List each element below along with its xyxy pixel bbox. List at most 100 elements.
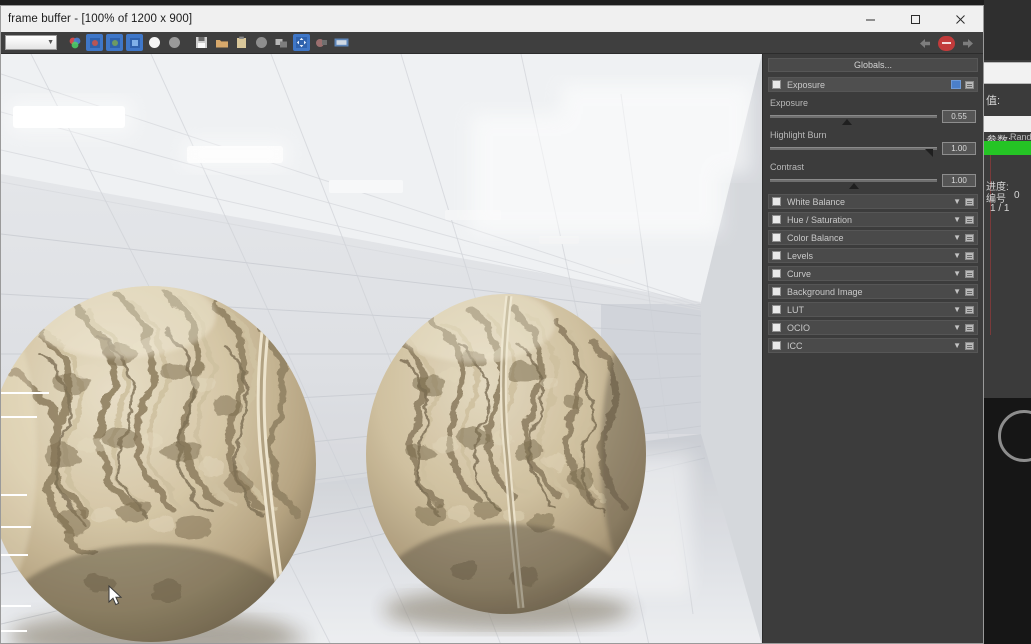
highlight-burn-slider-knob[interactable]: [925, 149, 934, 157]
open-folder-icon[interactable]: [213, 34, 230, 51]
channel-green-icon[interactable]: [106, 34, 123, 51]
chevron-down-icon[interactable]: ▼: [953, 305, 961, 314]
channel-red-icon[interactable]: [86, 34, 103, 51]
window-body: Globals... Exposure Exposure 0.55 Highli…: [1, 54, 983, 643]
levels-checkbox[interactable]: [772, 251, 781, 260]
alpha-gray-icon[interactable]: [166, 34, 183, 51]
fit-to-window-icon[interactable]: [293, 34, 310, 51]
levels-menu-icon[interactable]: [965, 251, 974, 260]
lens-preset-combo[interactable]: ▼: [5, 35, 57, 50]
minimize-button[interactable]: [848, 6, 893, 32]
highlight-burn-value-field[interactable]: 1.00: [942, 142, 976, 155]
window-controls: [848, 6, 983, 32]
icc-row-icons: ▼: [953, 341, 974, 350]
hue-saturation-label: Hue / Saturation: [787, 214, 853, 225]
compare-icon[interactable]: [273, 34, 290, 51]
exposure-row-icons: [951, 80, 974, 89]
white-balance-menu-icon[interactable]: [965, 197, 974, 206]
color-balance-row-icons: ▼: [953, 233, 974, 242]
ocio-menu-icon[interactable]: [965, 323, 974, 332]
chevron-down-icon: ▼: [47, 39, 54, 46]
contrast-slider-knob[interactable]: [848, 183, 859, 189]
globals-properties-panel: Globals... Exposure Exposure 0.55 Highli…: [762, 54, 983, 643]
stop-render-icon[interactable]: [938, 35, 955, 51]
icc-checkbox[interactable]: [772, 341, 781, 350]
exposure-enabled-icon[interactable]: [951, 80, 961, 89]
ruler-tick: [1, 526, 31, 528]
hue-saturation-checkbox[interactable]: [772, 215, 781, 224]
sphere-icon[interactable]: [253, 34, 270, 51]
background-image-menu-icon[interactable]: [965, 287, 974, 296]
exposure-checkbox[interactable]: [772, 80, 781, 89]
save-image-icon[interactable]: [193, 34, 210, 51]
highlight-burn-slider[interactable]: [770, 147, 937, 157]
lut-label: LUT: [787, 304, 805, 315]
contrast-slider-label: Contrast: [770, 162, 805, 172]
chevron-down-icon[interactable]: ▼: [953, 233, 961, 242]
chevron-down-icon[interactable]: ▼: [953, 215, 961, 224]
chevron-down-icon[interactable]: ▼: [953, 323, 961, 332]
exposure-slider-label: Exposure: [770, 98, 809, 108]
color-picker-icon[interactable]: [66, 34, 83, 51]
lut-checkbox[interactable]: [772, 305, 781, 314]
effect-row-levels[interactable]: Levels ▼: [768, 248, 978, 263]
close-button[interactable]: [938, 6, 983, 32]
chevron-down-icon[interactable]: ▼: [953, 287, 961, 296]
chevron-down-icon[interactable]: ▼: [953, 197, 961, 206]
icc-menu-icon[interactable]: [965, 341, 974, 350]
clipboard-icon[interactable]: [233, 34, 250, 51]
lut-menu-icon[interactable]: [965, 305, 974, 314]
chevron-down-icon[interactable]: ▼: [953, 251, 961, 260]
ocio-checkbox[interactable]: [772, 323, 781, 332]
effect-row-icc[interactable]: ICC ▼: [768, 338, 978, 353]
curve-checkbox[interactable]: [772, 269, 781, 278]
ruler-tick: [1, 554, 28, 556]
channel-blue-icon[interactable]: [126, 34, 143, 51]
curve-label: Curve: [787, 268, 812, 279]
effect-row-hue-saturation[interactable]: Hue / Saturation ▼: [768, 212, 978, 227]
frame-counter: 1 / 1: [990, 203, 1010, 214]
background-app-panel: 值: 参数: Rand 进度: 编号 0 1 / 1: [984, 0, 1031, 644]
curve-menu-icon[interactable]: [965, 269, 974, 278]
background-image-checkbox[interactable]: [772, 287, 781, 296]
effect-row-lut[interactable]: LUT ▼: [768, 302, 978, 317]
exposure-value-field[interactable]: 0.55: [942, 110, 976, 123]
alpha-white-icon[interactable]: [146, 34, 163, 51]
background-app-toolbar: [984, 0, 1031, 60]
contrast-value-field[interactable]: 1.00: [942, 174, 976, 187]
exposure-slider[interactable]: [770, 115, 937, 125]
exposure-slider-knob[interactable]: [841, 119, 852, 125]
chevron-down-icon[interactable]: ▼: [953, 269, 961, 278]
highlight-burn-slider-group: Highlight Burn 1.00: [768, 127, 978, 157]
white-balance-checkbox[interactable]: [772, 197, 781, 206]
effect-row-white-balance[interactable]: White Balance ▼: [768, 194, 978, 209]
hue-saturation-menu-icon[interactable]: [965, 215, 974, 224]
background-app-value-label: 值:: [986, 95, 1001, 107]
ocio-row-icons: ▼: [953, 323, 974, 332]
color-balance-checkbox[interactable]: [772, 233, 781, 242]
render-viewport[interactable]: [1, 54, 762, 643]
redo-arrow-icon[interactable]: [961, 35, 977, 51]
ruler-tick: [1, 494, 27, 496]
ocio-label: OCIO: [787, 322, 811, 333]
effect-row-ocio[interactable]: OCIO ▼: [768, 320, 978, 335]
chevron-down-icon[interactable]: ▼: [953, 341, 961, 350]
undo-arrow-icon[interactable]: [916, 35, 932, 51]
contrast-slider[interactable]: [770, 179, 937, 189]
maximize-button[interactable]: [893, 6, 938, 32]
progress-bar: [984, 141, 1031, 155]
ruler-tick: [1, 392, 49, 394]
toolbar: ▼: [1, 32, 983, 54]
effect-row-curve[interactable]: Curve ▼: [768, 266, 978, 281]
region-render-icon[interactable]: [313, 34, 330, 51]
exposure-section-header[interactable]: Exposure: [768, 77, 978, 92]
color-balance-menu-icon[interactable]: [965, 233, 974, 242]
effect-row-background-image[interactable]: Background Image ▼: [768, 284, 978, 299]
filmstrip-icon[interactable]: [333, 34, 350, 51]
exposure-menu-icon[interactable]: [965, 80, 974, 89]
background-app-input[interactable]: [984, 62, 1031, 84]
ruler-tick: [1, 630, 27, 632]
effect-row-color-balance[interactable]: Color Balance ▼: [768, 230, 978, 245]
globals-button[interactable]: Globals...: [768, 58, 978, 72]
background-app-input-2[interactable]: [984, 116, 1031, 132]
